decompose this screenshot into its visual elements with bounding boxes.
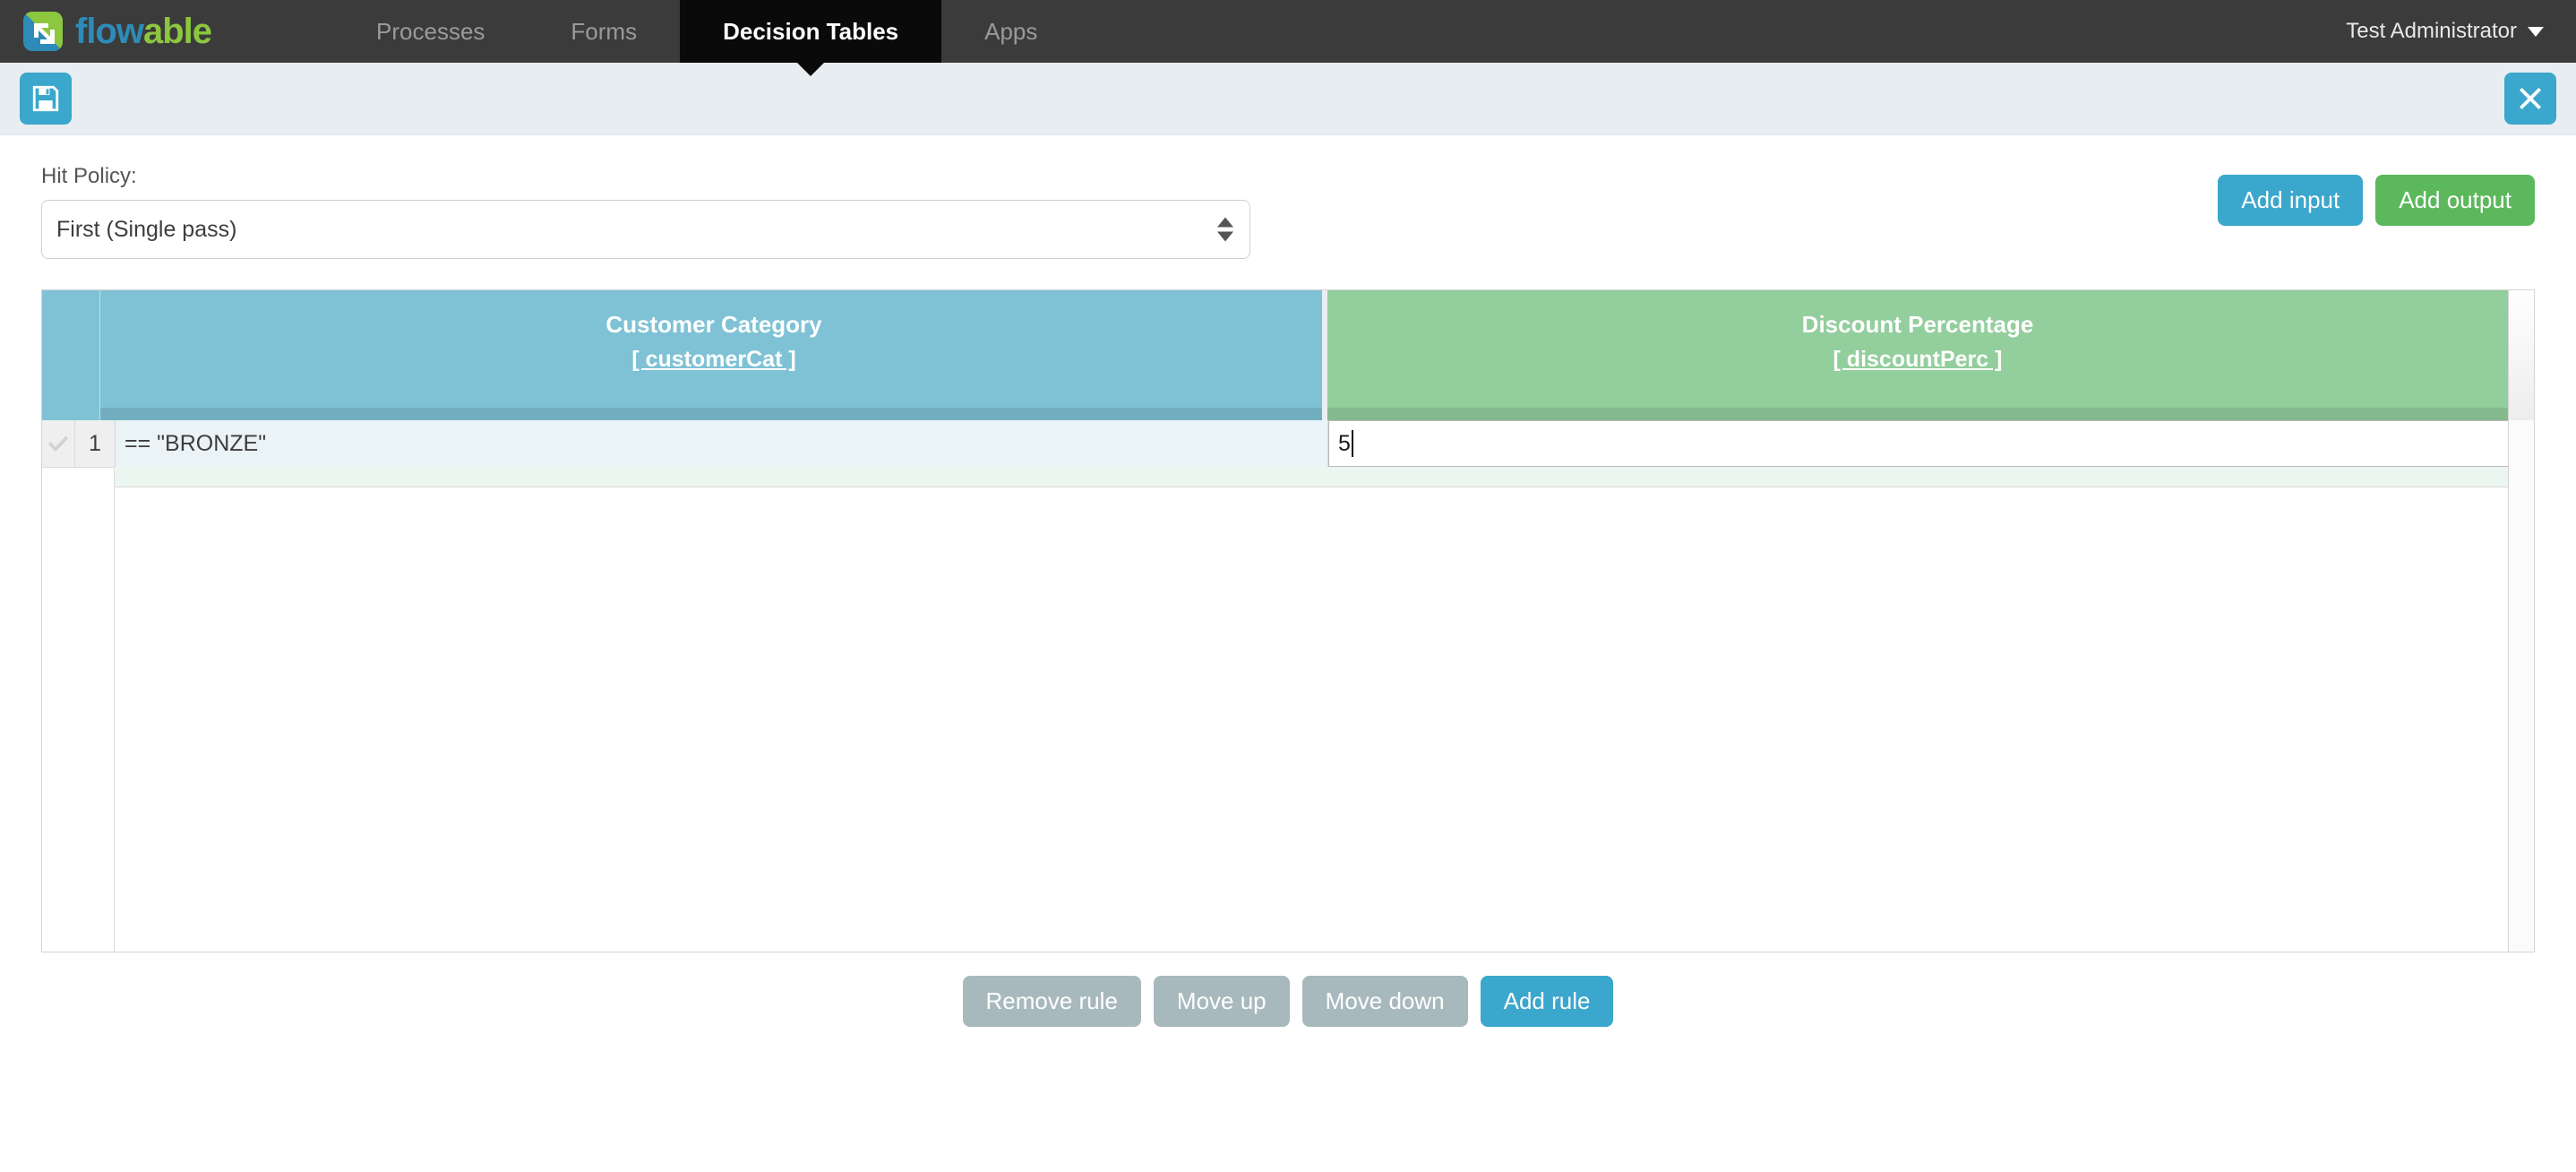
empty-grid-rest	[115, 468, 2534, 952]
empty-grid-area	[42, 468, 2534, 952]
select-spinner-icon	[1217, 217, 1233, 242]
column-header-output-discount-percentage[interactable]: Discount Percentage [ discountPerc ]	[1327, 290, 2508, 420]
tab-processes[interactable]: Processes	[333, 0, 528, 63]
tab-apps[interactable]: Apps	[941, 0, 1080, 63]
decision-table-editor: Hit Policy: First (Single pass) Add inpu…	[0, 135, 2576, 1027]
brand-word-part1: flow	[75, 12, 144, 51]
add-input-button[interactable]: Add input	[2218, 175, 2364, 226]
input-column-title: Customer Category	[605, 311, 822, 338]
flowable-logo-icon	[23, 12, 63, 51]
table-row[interactable]: 1 == "BRONZE" 5	[42, 420, 2534, 468]
rule-output-value: 5	[1338, 430, 1351, 456]
checkmark-icon	[48, 436, 68, 452]
save-floppy-icon	[32, 85, 59, 112]
header-gutter	[42, 290, 100, 420]
hit-policy-select[interactable]: First (Single pass)	[41, 200, 1250, 259]
vertical-scrollbar[interactable]	[2508, 420, 2534, 952]
editor-toolbar	[0, 63, 2576, 135]
hit-policy-label: Hit Policy:	[41, 164, 137, 188]
rule-output-input[interactable]: 5	[1329, 421, 1353, 466]
brand-logo[interactable]: flowable	[0, 0, 238, 63]
tab-decision-tables[interactable]: Decision Tables	[680, 0, 942, 76]
input-header-shade	[100, 408, 1327, 420]
hit-policy-selected-value: First (Single pass)	[56, 216, 237, 242]
add-rule-button[interactable]: Add rule	[1480, 976, 1614, 1027]
main-nav-tabs: Processes Forms Decision Tables Apps	[333, 0, 1080, 76]
hit-policy-group: Hit Policy: First (Single pass)	[41, 164, 1250, 259]
logo-arrow-glyph	[34, 23, 55, 44]
rule-input-cell[interactable]: == "BRONZE"	[116, 420, 1328, 467]
rule-action-buttons: Remove rule Move up Move down Add rule	[41, 976, 2535, 1027]
decision-table-body: 1 == "BRONZE" 5	[42, 420, 2534, 952]
decision-table-grid: Customer Category [ customerCat ] Discou…	[41, 289, 2535, 952]
active-tab-caret-icon	[796, 62, 826, 76]
top-navigation-bar: flowable Processes Forms Decision Tables…	[0, 0, 2576, 76]
close-editor-button[interactable]	[2504, 73, 2556, 125]
close-x-icon	[2519, 87, 2542, 110]
text-cursor	[1351, 430, 1353, 457]
decision-table-header-row: Customer Category [ customerCat ] Discou…	[42, 290, 2534, 420]
tab-decision-tables-label: Decision Tables	[723, 17, 899, 45]
tab-apps-label: Apps	[984, 17, 1038, 45]
brand-wordmark: flowable	[75, 12, 212, 51]
remove-rule-button[interactable]: Remove rule	[962, 976, 1141, 1027]
output-column-variable[interactable]: [ discountPerc ]	[1833, 347, 2003, 373]
row-select-checkbox[interactable]	[42, 420, 75, 467]
output-column-title: Discount Percentage	[1801, 311, 2034, 338]
move-down-button[interactable]: Move down	[1301, 976, 1468, 1027]
column-action-buttons: Add input Add output	[2218, 164, 2535, 226]
user-menu-label: Test Administrator	[2346, 19, 2517, 43]
row-number: 1	[75, 420, 116, 467]
add-output-button[interactable]: Add output	[2375, 175, 2535, 226]
save-button[interactable]	[20, 73, 72, 125]
column-header-input-customer-category[interactable]: Customer Category [ customerCat ]	[100, 290, 1327, 420]
tab-processes-label: Processes	[376, 17, 485, 45]
input-column-variable[interactable]: [ customerCat ]	[631, 347, 795, 373]
row-placeholder-strip	[115, 467, 2508, 487]
output-header-shade	[1327, 408, 2508, 420]
empty-grid-gutter	[42, 468, 115, 952]
tab-forms[interactable]: Forms	[528, 0, 680, 63]
header-scroll-corner	[2508, 290, 2534, 420]
rule-output-cell-editing[interactable]: 5	[1328, 420, 2534, 467]
move-up-button[interactable]: Move up	[1153, 976, 1290, 1027]
chevron-down-icon	[2528, 26, 2544, 37]
brand-word-part2: able	[142, 12, 212, 51]
user-menu[interactable]: Test Administrator	[2346, 0, 2576, 63]
tab-forms-label: Forms	[571, 17, 638, 45]
hit-policy-row: Hit Policy: First (Single pass) Add inpu…	[41, 135, 2535, 259]
